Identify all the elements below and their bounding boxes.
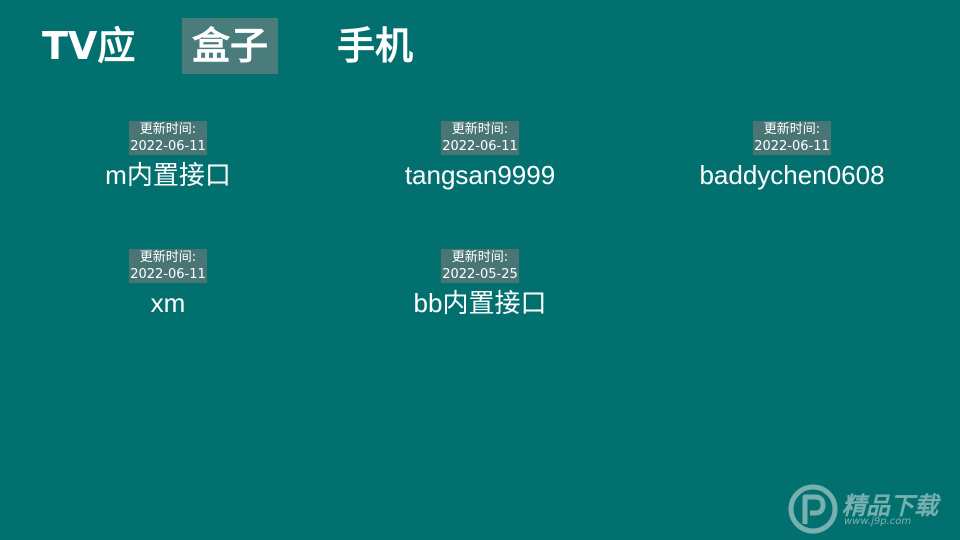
source-card-5[interactable]: 更新时间: 2022-05-25 bb内置接口 xyxy=(324,249,636,319)
update-time-label: 更新时间: xyxy=(139,122,197,137)
source-name: xm xyxy=(150,288,186,318)
update-time-label: 更新时间: xyxy=(763,122,821,137)
update-time-badge: 更新时间: 2022-05-25 xyxy=(441,249,519,283)
update-time-label: 更新时间: xyxy=(139,250,197,265)
update-date: 2022-06-11 xyxy=(754,139,830,154)
update-date: 2022-05-25 xyxy=(442,267,518,282)
update-time-badge: 更新时间: 2022-06-11 xyxy=(753,121,831,155)
update-time-label: 更新时间: xyxy=(451,250,509,265)
source-card-2[interactable]: 更新时间: 2022-06-11 tangsan9999 xyxy=(324,121,636,191)
update-date: 2022-06-11 xyxy=(130,139,206,154)
p-logo-icon xyxy=(788,484,838,534)
watermark-logo: 精品下载 www.j9p.com xyxy=(788,484,948,534)
update-time-badge: 更新时间: 2022-06-11 xyxy=(129,249,207,283)
update-time-label: 更新时间: xyxy=(451,122,509,137)
update-date: 2022-06-11 xyxy=(130,267,206,282)
source-name: tangsan9999 xyxy=(404,160,556,190)
update-time-badge: 更新时间: 2022-06-11 xyxy=(129,121,207,155)
update-time-badge: 更新时间: 2022-06-11 xyxy=(441,121,519,155)
source-name: m内置接口 xyxy=(105,160,231,190)
source-name: baddychen0608 xyxy=(699,160,885,190)
update-date: 2022-06-11 xyxy=(442,139,518,154)
source-grid: 更新时间: 2022-06-11 m内置接口 更新时间: 2022-06-11 … xyxy=(0,0,960,540)
source-card-4[interactable]: 更新时间: 2022-06-11 xm xyxy=(12,249,324,319)
source-card-1[interactable]: 更新时间: 2022-06-11 m内置接口 xyxy=(12,121,324,191)
source-card-3[interactable]: 更新时间: 2022-06-11 baddychen0608 xyxy=(636,121,948,191)
watermark-url: www.j9p.com xyxy=(844,516,912,527)
source-name: bb内置接口 xyxy=(413,288,547,318)
